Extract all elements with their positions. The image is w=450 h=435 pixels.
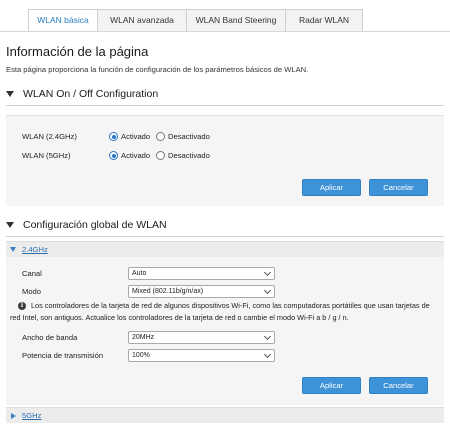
section-header-global[interactable]: Configuración global de WLAN [6,219,167,231]
section-divider [6,105,444,106]
cancel-button-24[interactable]: Cancelar [369,377,428,394]
wlan-5-on-label: Activado [121,151,151,160]
tab-wlan-band-steering[interactable]: WLAN Band Steering [187,9,286,32]
section-title-global: Configuración global de WLAN [23,219,167,231]
tab-wlan-basica[interactable]: WLAN básica [28,9,98,32]
power-value: 100% [132,352,150,359]
page-title: Información de la página [6,44,149,59]
wlan-onoff-panel: WLAN (2.4GHz) Activado Desactivado WLAN … [6,115,444,206]
power-select[interactable]: 100% [128,349,275,362]
modo-select[interactable]: Mixed (802.11b/g/n/ax) [128,285,275,298]
wlan-5-off-label: Desactivado [168,151,210,160]
wlan-24-on-radio[interactable] [109,132,118,141]
tabs-divider [0,31,450,32]
bandwidth-value: 20MHz [132,334,155,341]
wlan-5-label: WLAN (5GHz) [22,151,71,160]
chevron-down-icon [263,350,272,359]
info-line-1: Los controladores de la tarjeta de red d… [31,301,430,310]
cancel-button-onoff[interactable]: Cancelar [369,179,428,196]
bandwidth-label: Ancho de banda [22,333,78,342]
wlan-24-on-label: Activado [121,132,151,141]
canal-label: Canal [22,269,42,278]
apply-button-onoff[interactable]: Aplicar [302,179,361,196]
chevron-down-icon [263,268,272,277]
modo-value: Mixed (802.11b/g/n/ax) [132,288,204,295]
apply-button-24[interactable]: Aplicar [302,377,361,394]
triangle-right-icon [11,412,16,419]
wlan-24-label: WLAN (2.4GHz) [22,132,77,141]
page-description: Esta página proporciona la función de co… [6,65,309,74]
modo-label: Modo [22,287,41,296]
power-label: Potencia de transmisión [22,351,104,360]
band-5-header[interactable]: 5GHz [6,407,444,423]
wlan-24-off-label: Desactivado [168,132,210,141]
bandwidth-select[interactable]: 20MHz [128,331,275,344]
wlan-5-off-radio[interactable] [156,151,165,160]
band-24-title[interactable]: 2.4GHz [22,245,48,254]
tab-wlan-avanzada[interactable]: WLAN avanzada [98,9,187,32]
triangle-down-icon [10,247,16,252]
wlan-24-off-radio[interactable] [156,132,165,141]
band-24-header[interactable]: 2.4GHz [6,241,444,257]
canal-value: Auto [132,270,147,277]
info-icon: i [18,302,26,310]
chevron-down-icon [263,286,272,295]
wlan-5-on-radio[interactable] [109,151,118,160]
tab-bar: WLAN básica WLAN avanzada WLAN Band Stee… [28,9,363,32]
info-line-2: red Intel, son antiguos. Actualice los c… [10,313,349,322]
section-header-wlan-onoff[interactable]: WLAN On / Off Configuration [6,88,158,100]
band-24-panel: Canal Auto Modo Mixed (802.11b/g/n/ax) i… [6,257,444,405]
canal-select[interactable]: Auto [128,267,275,280]
chevron-down-icon [263,332,272,341]
section-divider [6,236,444,237]
tab-radar-wlan[interactable]: Radar WLAN [286,9,363,32]
triangle-down-icon [6,222,14,228]
section-title-wlan-onoff: WLAN On / Off Configuration [23,88,159,100]
band-5-title[interactable]: 5GHz [22,411,41,420]
triangle-down-icon [6,91,14,97]
